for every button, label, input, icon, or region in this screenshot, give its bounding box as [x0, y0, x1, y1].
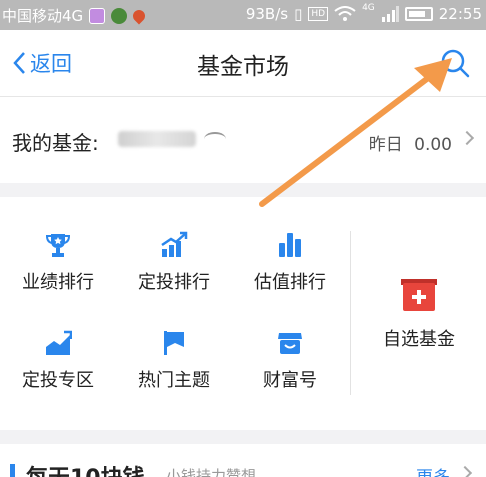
- battery-icon: [404, 7, 433, 21]
- growth-chart-icon: [161, 231, 188, 257]
- grid-item-wealth-account[interactable]: 财富号: [232, 329, 348, 409]
- section-accent-bar: [10, 464, 15, 477]
- wifi-icon: [334, 6, 356, 21]
- grid-item-sip-zone[interactable]: 定投专区: [0, 329, 116, 409]
- trend-area-icon: [46, 330, 72, 355]
- chevron-right-icon: [459, 130, 475, 146]
- search-icon[interactable]: [438, 46, 472, 80]
- grid-item-label: 热门主题: [138, 370, 210, 391]
- grid-item-valuation-ranking[interactable]: 估值排行: [232, 231, 348, 311]
- yesterday-earnings: 昨日 0.00: [369, 130, 452, 155]
- masked-balance: [118, 131, 196, 147]
- page-title: 基金市场: [197, 54, 289, 80]
- nav-header: 返回 基金市场: [0, 30, 486, 97]
- vibrate-icon: ▯: [294, 5, 303, 23]
- daily-investment-section-header: 每天10块钱 小钱持力赞想 更多: [0, 444, 486, 477]
- watchlist-label: 自选基金: [383, 329, 455, 350]
- my-fund-label: 我的基金:: [12, 131, 99, 155]
- add-watchlist-icon: [401, 279, 437, 311]
- status-left: 中国移动4G: [2, 5, 148, 26]
- grid-item-label: 定投专区: [22, 370, 94, 391]
- network-speed: 93B/s: [245, 5, 289, 23]
- section-divider: [0, 183, 486, 197]
- grid-item-hot-topics[interactable]: 热门主题: [116, 329, 232, 409]
- grid-item-label: 估值排行: [254, 272, 326, 293]
- grid-item-label: 定投排行: [138, 272, 210, 293]
- bar-chart-icon: [279, 233, 301, 257]
- watchlist-funds-button[interactable]: 自选基金: [352, 197, 486, 430]
- grid-item-label: 财富号: [263, 370, 317, 391]
- signal-icon: [381, 6, 399, 22]
- screen: 中国移动4G 93B/s ▯ HD 4G 22:55 返回 基金市场 我的基金:…: [0, 0, 486, 477]
- section-subtitle: 小钱持力赞想: [166, 467, 257, 477]
- flag-icon: [164, 331, 184, 355]
- grid-vertical-divider: [350, 231, 351, 395]
- yesterday-label: 昨日: [368, 135, 403, 155]
- more-link[interactable]: 更多: [416, 463, 450, 477]
- carrier-label: 中国移动4G: [2, 7, 84, 25]
- store-icon: [278, 333, 302, 354]
- grid-item-sip-ranking[interactable]: 定投排行: [116, 231, 232, 311]
- section-divider: [0, 430, 486, 444]
- chevron-right-icon: [457, 465, 473, 477]
- my-fund-row[interactable]: 我的基金: 昨日 0.00: [0, 97, 486, 183]
- trophy-icon: [45, 234, 71, 257]
- hide-balance-icon[interactable]: [204, 132, 226, 146]
- yesterday-value: 0.00: [414, 135, 452, 155]
- clock: 22:55: [438, 5, 482, 23]
- grid-item-label: 业绩排行: [22, 272, 94, 293]
- gallery-notification-icon: [89, 7, 106, 24]
- status-bar: 中国移动4G 93B/s ▯ HD 4G 22:55: [0, 0, 486, 30]
- network-type: 4G: [362, 3, 375, 13]
- grid-item-performance-ranking[interactable]: 业绩排行: [0, 231, 116, 311]
- location-pin-icon: [130, 7, 148, 24]
- status-right: 93B/s ▯ HD 4G 22:55: [245, 3, 482, 23]
- hd-badge: HD: [308, 7, 329, 21]
- app-notification-icon: [111, 7, 128, 24]
- section-title: 每天10块钱: [26, 460, 145, 477]
- feature-grid: 业绩排行 定投排行 估值排行 定投专区 热门主题 财富号 自选基金: [0, 197, 486, 430]
